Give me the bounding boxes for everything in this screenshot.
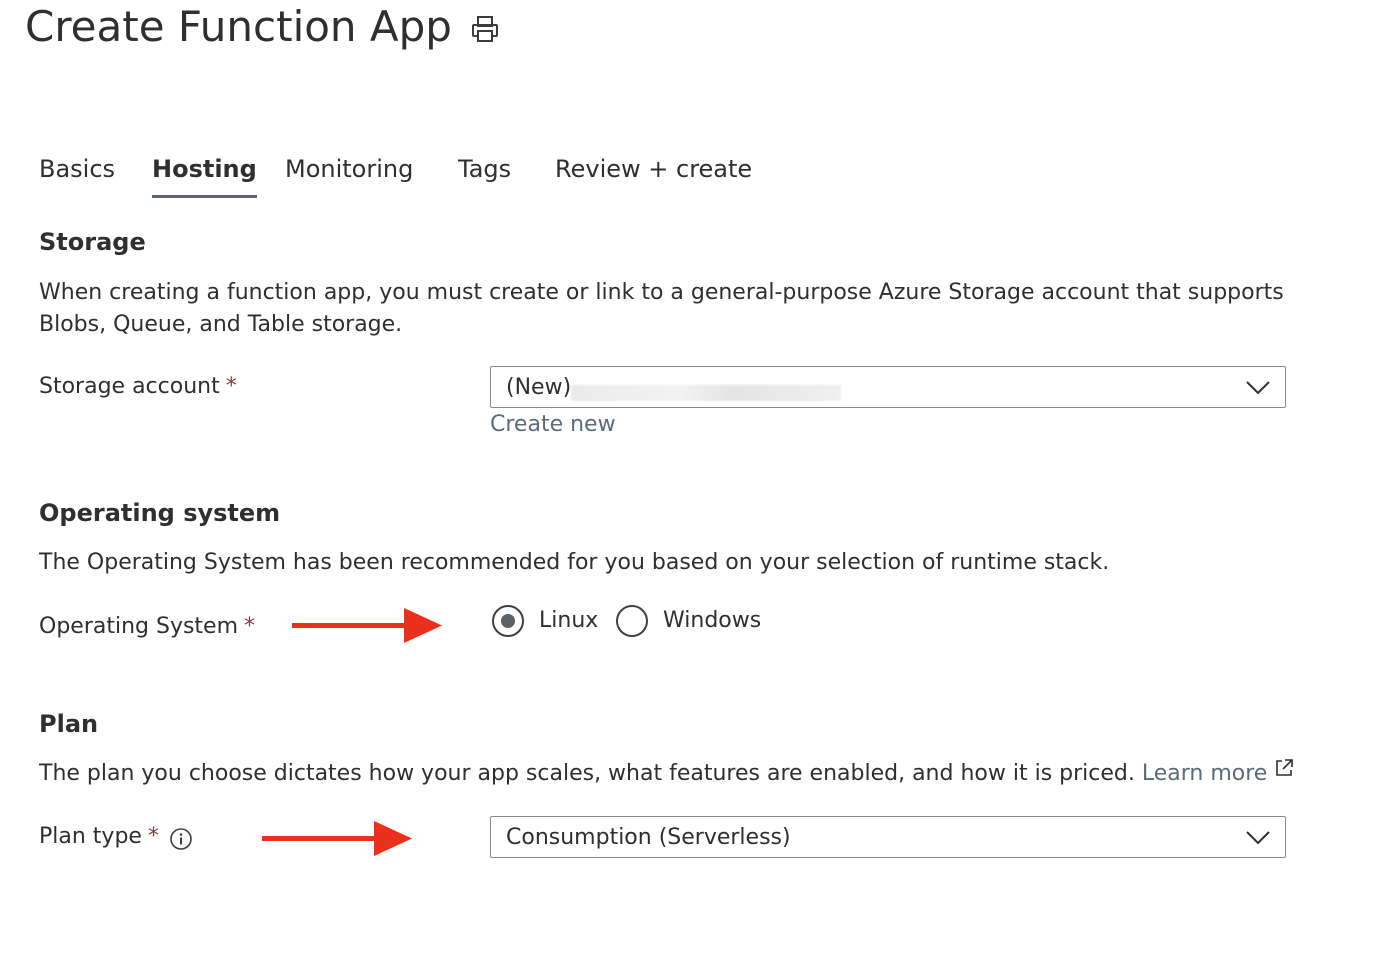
chevron-down-icon bbox=[1246, 831, 1270, 845]
info-icon[interactable] bbox=[169, 827, 193, 851]
create-new-link[interactable]: Create new bbox=[490, 412, 616, 437]
radio-selected-dot bbox=[501, 614, 515, 628]
tab-monitoring[interactable]: Monitoring bbox=[285, 155, 413, 183]
radio-windows[interactable] bbox=[616, 605, 648, 637]
learn-more-link[interactable]: Learn more bbox=[1142, 761, 1267, 786]
required-mark: * bbox=[147, 824, 159, 849]
radio-linux-label[interactable]: Linux bbox=[539, 608, 598, 633]
plan-type-label: Plan type * bbox=[39, 824, 159, 849]
storage-section-title: Storage bbox=[39, 228, 146, 256]
plan-type-label-text: Plan type bbox=[39, 824, 142, 849]
os-section-title: Operating system bbox=[39, 499, 281, 527]
storage-description: When creating a function app, you must c… bbox=[39, 280, 1284, 337]
chevron-down-icon bbox=[1246, 381, 1270, 395]
storage-account-label: Storage account * bbox=[39, 374, 237, 399]
storage-account-dropdown[interactable]: (New) bbox=[490, 366, 1286, 408]
storage-account-label-text: Storage account bbox=[39, 374, 220, 399]
tab-review-create[interactable]: Review + create bbox=[555, 155, 752, 183]
operating-system-label-text: Operating System bbox=[39, 614, 239, 639]
required-mark: * bbox=[225, 374, 237, 399]
plan-type-dropdown[interactable]: Consumption (Serverless) bbox=[490, 816, 1286, 858]
plan-description: The plan you choose dictates how your ap… bbox=[39, 761, 1135, 786]
redacted-storage-name bbox=[571, 385, 841, 401]
radio-linux[interactable] bbox=[492, 605, 524, 637]
operating-system-label: Operating System * bbox=[39, 614, 255, 639]
os-description: The Operating System has been recommende… bbox=[39, 550, 1110, 575]
tab-hosting[interactable]: Hosting bbox=[152, 155, 257, 198]
radio-windows-label[interactable]: Windows bbox=[663, 608, 761, 633]
tab-tags[interactable]: Tags bbox=[458, 155, 511, 183]
external-link-icon[interactable] bbox=[1274, 758, 1294, 778]
plan-type-value: Consumption (Serverless) bbox=[506, 825, 791, 850]
tab-basics[interactable]: Basics bbox=[39, 155, 115, 183]
annotation-arrow-icon bbox=[262, 821, 412, 856]
storage-account-value: (New) bbox=[506, 375, 572, 400]
page-title: Create Function App bbox=[25, 2, 452, 51]
plan-description-line: The plan you choose dictates how your ap… bbox=[39, 758, 1294, 790]
printer-icon[interactable] bbox=[470, 14, 500, 44]
required-mark: * bbox=[244, 614, 256, 639]
plan-section-title: Plan bbox=[39, 710, 99, 738]
annotation-arrow-icon bbox=[292, 608, 442, 643]
